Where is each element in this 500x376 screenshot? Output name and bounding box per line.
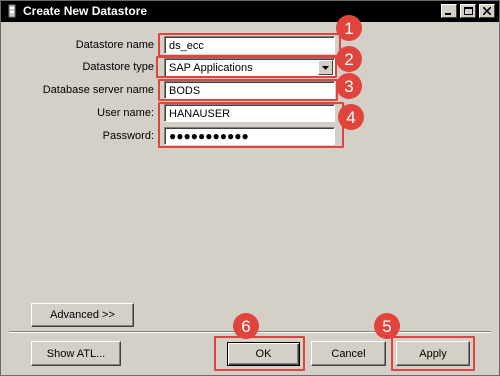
minimize-icon[interactable] bbox=[441, 4, 457, 18]
annotation-box-3 bbox=[158, 79, 338, 101]
db-server-label: Database server name bbox=[42, 84, 154, 96]
advanced-button[interactable]: Advanced >> bbox=[31, 303, 134, 327]
user-name-label: User name: bbox=[97, 107, 154, 119]
annotation-badge-1: 1 bbox=[336, 15, 362, 41]
close-icon[interactable] bbox=[479, 4, 495, 18]
datastore-app-icon bbox=[5, 4, 19, 18]
annotation-badge-3: 3 bbox=[336, 73, 362, 99]
annotation-box-6 bbox=[214, 336, 305, 371]
annotation-badge-6: 6 bbox=[233, 313, 259, 339]
annotation-badge-2: 2 bbox=[336, 46, 362, 72]
datastore-name-label: Datastore name bbox=[75, 39, 154, 51]
annotation-box-4 bbox=[158, 102, 344, 148]
title-bar[interactable]: Create New Datastore bbox=[1, 1, 499, 22]
annotation-box-2 bbox=[156, 56, 337, 78]
password-label: Password: bbox=[102, 130, 154, 142]
annotation-badge-4: 4 bbox=[338, 104, 364, 130]
window-title: Create New Datastore bbox=[23, 4, 148, 18]
create-datastore-dialog: Create New Datastore Datastore name ds_e… bbox=[0, 0, 500, 376]
show-atl-button[interactable]: Show ATL... bbox=[31, 341, 121, 366]
annotation-box-5 bbox=[391, 336, 475, 371]
datastore-type-label: Datastore type bbox=[82, 61, 154, 73]
cancel-button[interactable]: Cancel bbox=[311, 341, 386, 366]
annotation-box-1 bbox=[158, 33, 341, 57]
maximize-icon[interactable] bbox=[460, 4, 476, 18]
annotation-badge-5: 5 bbox=[374, 313, 400, 339]
